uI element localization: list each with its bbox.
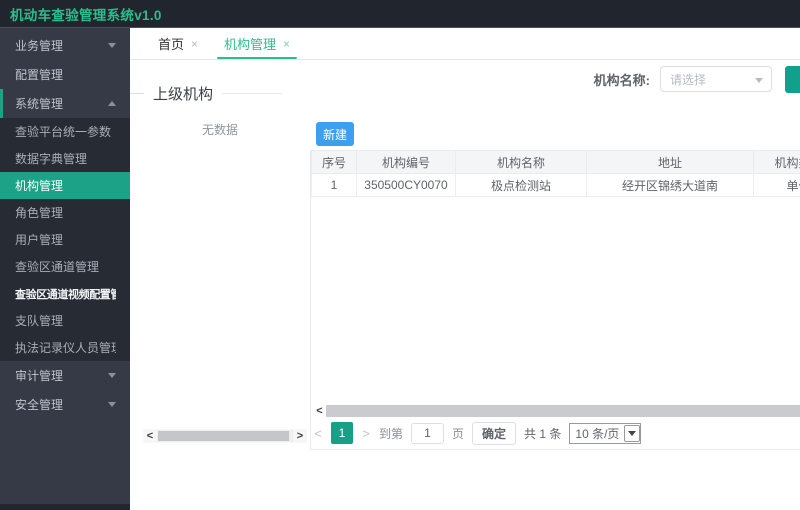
sidebar-item-label: 查验区通道管理: [15, 260, 100, 274]
sidebar-item-audit-mgmt[interactable]: 审计管理: [0, 361, 130, 390]
sidebar-item-business-mgmt[interactable]: 业务管理: [0, 31, 130, 60]
sidebar-submenu-system: 查验平台统一参数 数据字典管理 机构管理 角色管理 用户管理 查验区通道管理 查…: [0, 118, 130, 361]
scrollbar-thumb[interactable]: [158, 431, 289, 441]
scrollbar-thumb[interactable]: [326, 404, 800, 417]
sidebar-item-label: 机构管理: [15, 179, 64, 193]
empty-data-text: 无数据: [201, 123, 238, 137]
scroll-left-icon[interactable]: <: [143, 429, 157, 443]
confirm-button[interactable]: 确定: [472, 421, 517, 445]
sidebar-item-label: 业务管理: [15, 39, 64, 53]
sidebar-item-system-mgmt[interactable]: 系统管理: [0, 89, 130, 118]
page-unit-label: 页: [452, 426, 465, 441]
parent-org-panel: 上级机构 无数据 < >: [130, 60, 310, 450]
sidebar-item-inspection-channel-mgmt[interactable]: 查验区通道管理: [0, 253, 130, 280]
table-header-row: 序号 机构编号 机构名称 地址 机构类型: [311, 150, 800, 174]
sidebar-item-label: 支队管理: [15, 314, 64, 328]
section-divider: 上级机构: [130, 83, 310, 104]
chevron-down-icon: [624, 424, 641, 442]
tab-bar: 首页 × 机构管理 ×: [130, 28, 800, 60]
sidebar-item-recorder-personnel-mgmt[interactable]: 执法记录仪人员管理: [0, 334, 130, 361]
select-placeholder: 请选择: [670, 72, 707, 87]
scroll-right-icon[interactable]: >: [293, 429, 307, 443]
sidebar-item-label: 数据字典管理: [15, 152, 88, 166]
col-header-org-code: 机构编号: [356, 150, 456, 174]
sidebar-item-label: 配置管理: [15, 68, 64, 82]
cell-org-code: 350500CY0070: [356, 173, 456, 197]
sidebar-item-label: 查验区通道视频配置管理: [15, 288, 116, 301]
app-title: 机动车查验管理系统v1.0: [10, 7, 162, 23]
scrollbar-track[interactable]: [326, 404, 800, 417]
search-button[interactable]: [785, 65, 800, 93]
pagination-page-1[interactable]: 1: [331, 422, 353, 444]
cell-org-name: 极点检测站: [455, 173, 587, 197]
goto-page-label: 到第: [379, 426, 404, 441]
sidebar-item-detachment-mgmt[interactable]: 支队管理: [0, 307, 130, 334]
sidebar-item-user-mgmt[interactable]: 用户管理: [0, 226, 130, 253]
sidebar-item-label: 角色管理: [15, 206, 64, 220]
page-size-select[interactable]: 10 条/页: [569, 422, 642, 444]
pagination-prev-icon[interactable]: <: [313, 426, 323, 441]
divider-line: [222, 93, 282, 94]
topbar: 机动车查验管理系统v1.0: [0, 0, 800, 28]
col-header-org-type: 机构类型: [753, 150, 800, 174]
sidebar-item-label: 审计管理: [15, 369, 64, 383]
sidebar-item-label: 查验平台统一参数: [15, 125, 112, 139]
sidebar-item-platform-params[interactable]: 查验平台统一参数: [0, 118, 130, 145]
sidebar-item-data-dictionary[interactable]: 数据字典管理: [0, 145, 130, 172]
table-row[interactable]: 1 350500CY0070 极点检测站 经开区锦绣大道南 单位: [311, 173, 800, 197]
app-window: 机动车查验管理系统v1.0 业务管理 配置管理 系统管理 查验平台统一参数 数据…: [0, 0, 800, 510]
chevron-up-icon: [108, 101, 116, 106]
sidebar: 业务管理 配置管理 系统管理 查验平台统一参数 数据字典管理 机构管理 角色管理: [0, 28, 130, 510]
pagination: < 1 > 到第 页 确定 共 1 条 10 条/页: [313, 421, 642, 445]
tab-org-mgmt[interactable]: 机构管理 ×: [211, 28, 303, 59]
sidebar-item-label: 执法记录仪人员管理: [15, 341, 116, 355]
cell-org-type: 单位: [753, 173, 800, 197]
sidebar-item-label: 系统管理: [15, 97, 64, 111]
tab-label: 首页: [158, 37, 185, 52]
tree-horizontal-scrollbar[interactable]: < >: [143, 429, 307, 443]
tab-home[interactable]: 首页 ×: [145, 28, 211, 59]
sidebar-item-org-mgmt[interactable]: 机构管理: [0, 172, 130, 199]
section-title: 上级机构: [153, 86, 214, 103]
tab-label: 机构管理: [224, 37, 277, 52]
page-size-value: 10 条/页: [575, 426, 620, 441]
cell-index: 1: [311, 173, 357, 197]
new-button[interactable]: 新建: [316, 122, 354, 146]
sidebar-item-channel-video-config-mgmt[interactable]: 查验区通道视频配置管理: [0, 280, 130, 307]
scrollbar-track[interactable]: [157, 430, 293, 442]
sidebar-item-role-mgmt[interactable]: 角色管理: [0, 199, 130, 226]
chevron-down-icon: [108, 402, 116, 407]
divider-line: [130, 93, 144, 94]
close-icon[interactable]: ×: [191, 38, 198, 50]
org-name-label: 机构名称:: [593, 72, 650, 88]
org-table: 序号 机构编号 机构名称 地址 机构类型 1 350500CY0070 极点检测…: [311, 150, 800, 197]
main-content: 首页 × 机构管理 × 机构名称: 请选择 上级机构 无数据 < > 新建 序号…: [130, 28, 800, 510]
org-table-block: 序号 机构编号 机构名称 地址 机构类型 1 350500CY0070 极点检测…: [310, 150, 800, 450]
scroll-left-icon[interactable]: <: [313, 404, 326, 417]
col-header-index: 序号: [311, 150, 357, 174]
table-horizontal-scrollbar[interactable]: <: [313, 404, 800, 417]
sidebar-item-label: 用户管理: [15, 233, 64, 247]
org-name-select[interactable]: 请选择: [660, 66, 772, 92]
pagination-next-icon[interactable]: >: [361, 426, 371, 441]
sidebar-bottom-scroll-strip: [0, 504, 130, 510]
chevron-down-icon: [108, 43, 116, 48]
col-header-address: 地址: [586, 150, 754, 174]
close-icon[interactable]: ×: [283, 38, 290, 50]
sidebar-item-label: 安全管理: [15, 398, 64, 412]
sidebar-item-config-mgmt[interactable]: 配置管理: [0, 60, 130, 89]
cell-address: 经开区锦绣大道南: [586, 173, 754, 197]
chevron-down-icon: [108, 373, 116, 378]
goto-page-input[interactable]: [411, 422, 445, 444]
total-count-label: 共 1 条: [524, 426, 562, 441]
chevron-down-icon: [755, 78, 763, 83]
col-header-org-name: 机构名称: [455, 150, 587, 174]
sidebar-item-security-mgmt[interactable]: 安全管理: [0, 390, 130, 419]
